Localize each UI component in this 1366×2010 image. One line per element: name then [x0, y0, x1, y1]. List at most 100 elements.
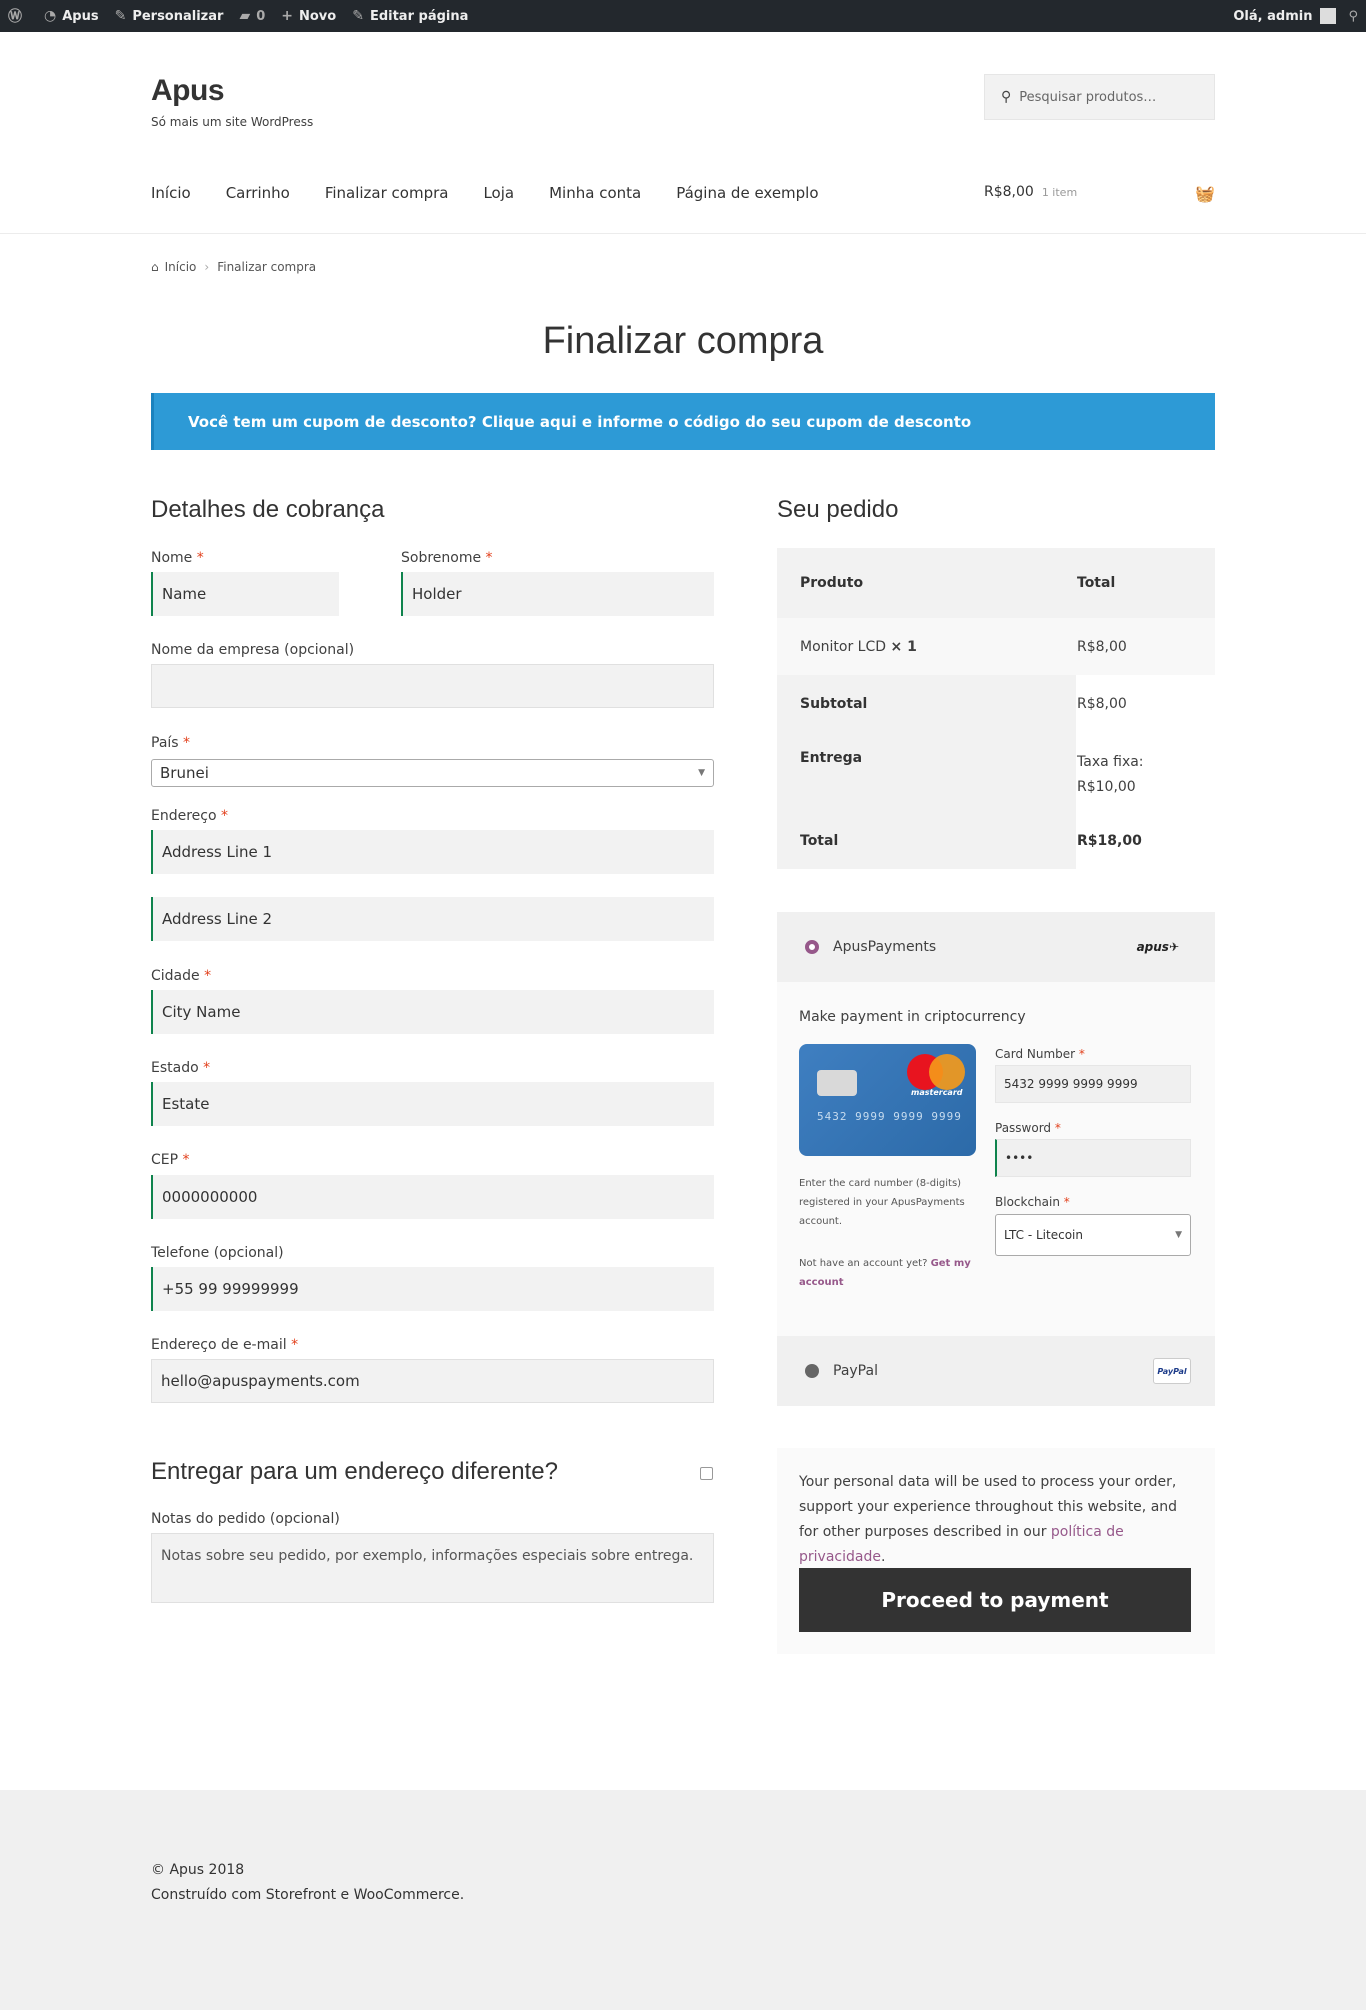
first-name-label: Nome * — [151, 550, 204, 566]
header-cart[interactable]: R$8,00 1 item 🧺 — [984, 184, 1215, 203]
site-title[interactable]: Apus — [151, 74, 225, 108]
admin-bar-new[interactable]: + Novo — [281, 8, 336, 24]
card-number-label-text: Card Number — [995, 1047, 1076, 1061]
ship-different-heading: Entregar para um endereço diferente? — [151, 1458, 558, 1485]
admin-greeting[interactable]: Olá, admin — [1233, 9, 1312, 24]
subtotal-value: R$8,00 — [1077, 695, 1127, 712]
email-label: Endereço de e-mail * — [151, 1337, 298, 1353]
card-help-text: Enter the card number (8-digits) registe… — [799, 1178, 965, 1227]
breadcrumb-separator: › — [204, 260, 210, 274]
privacy-section: Your personal data will be used to proce… — [777, 1448, 1215, 1654]
ship-different-checkbox[interactable] — [700, 1467, 713, 1480]
apus-logo-text: apus — [1136, 940, 1169, 954]
paypal-radio[interactable] — [805, 1364, 819, 1378]
search-placeholder: Pesquisar produtos… — [1019, 89, 1157, 105]
coupon-notice[interactable]: Você tem um cupom de desconto? Clique aq… — [151, 393, 1215, 450]
state-field[interactable]: Estate — [151, 1082, 714, 1126]
site-description: Só mais um site WordPress — [151, 115, 314, 129]
footer-credits[interactable]: Construído com Storefront e WooCommerce. — [151, 1887, 464, 1903]
card-number-label: Card Number * — [995, 1047, 1085, 1061]
chevron-down-icon: ▼ — [1175, 1230, 1182, 1240]
plus-icon: + — [281, 8, 293, 24]
dashboard-icon: ◔ — [44, 8, 57, 24]
first-name-field[interactable]: Name — [151, 572, 339, 616]
order-notes-label: Notas do pedido (opcional) — [151, 1511, 340, 1527]
card-number-field[interactable]: 5432 9999 9999 9999 — [995, 1065, 1191, 1103]
order-table-header: Produto Total — [777, 548, 1215, 618]
proceed-to-payment-button[interactable]: Proceed to payment — [799, 1568, 1191, 1632]
country-select[interactable]: Brunei ▼ — [151, 759, 714, 787]
company-field[interactable] — [151, 664, 714, 708]
nav-item-pagina-exemplo[interactable]: Página de exemplo — [676, 184, 818, 202]
admin-bar-customize[interactable]: ✎ Personalizar — [115, 8, 224, 24]
col-total: Total — [1077, 575, 1116, 591]
primary-nav: Início Carrinho Finalizar compra Loja Mi… — [151, 184, 854, 202]
payment-method-apus[interactable]: ApusPayments apus✈ — [777, 912, 1215, 982]
required-mark: * — [485, 550, 493, 566]
total-value: R$18,00 — [1077, 832, 1142, 849]
required-mark: * — [182, 1152, 190, 1168]
apus-label: ApusPayments — [833, 939, 937, 955]
card-chip — [817, 1070, 857, 1096]
search-icon[interactable]: ⚲ — [1348, 9, 1358, 24]
address-line2-field[interactable]: Address Line 2 — [151, 897, 714, 941]
password-field[interactable]: •••• — [995, 1139, 1191, 1177]
apus-radio[interactable] — [805, 940, 819, 954]
last-name-field[interactable]: Holder — [401, 572, 714, 616]
nav-item-minha-conta[interactable]: Minha conta — [549, 184, 641, 202]
address-line1-field[interactable]: Address Line 1 — [151, 830, 714, 874]
privacy-text-end: . — [880, 1549, 886, 1565]
cart-count: 1 item — [1041, 186, 1078, 199]
subtotal-label: Subtotal — [777, 675, 1076, 732]
postcode-field[interactable]: 0000000000 — [151, 1175, 714, 1219]
blockchain-select[interactable]: LTC - Litecoin ▼ — [995, 1214, 1191, 1256]
order-heading: Seu pedido — [777, 496, 899, 523]
payment-method-paypal[interactable]: PayPal PayPal — [777, 1336, 1215, 1406]
required-mark: * — [1054, 1121, 1061, 1135]
nav-item-carrinho[interactable]: Carrinho — [226, 184, 290, 202]
required-mark: * — [1063, 1195, 1070, 1209]
breadcrumb-home[interactable]: Início — [165, 260, 197, 274]
shipping-row: Entrega Taxa fixa: R$10,00 — [777, 732, 1215, 812]
shipping-value-line2: R$10,00 — [1077, 779, 1136, 795]
country-label-text: País — [151, 735, 179, 751]
admin-bar-site[interactable]: ◔ Apus — [44, 8, 99, 24]
pencil-icon: ✎ — [352, 8, 364, 24]
item-qty: × 1 — [890, 638, 917, 655]
card-number-display: 5432 9999 9999 9999 — [817, 1110, 962, 1123]
home-icon: ⌂ — [151, 260, 159, 274]
blockchain-label-text: Blockchain — [995, 1195, 1060, 1209]
apus-description: Make payment in criptocurrency — [799, 1009, 1026, 1025]
no-account-text: Not have an account yet? Get my account — [799, 1254, 979, 1292]
admin-bar-comments[interactable]: ▰ 0 — [239, 8, 265, 24]
page-title: Finalizar compra — [542, 320, 824, 362]
privacy-text: Your personal data will be used to proce… — [799, 1470, 1195, 1570]
city-label: Cidade * — [151, 968, 211, 984]
nav-item-finalizar-compra[interactable]: Finalizar compra — [325, 184, 449, 202]
postcode-label-text: CEP — [151, 1152, 179, 1168]
address-label-text: Endereço — [151, 808, 217, 824]
search-input[interactable]: ⚲ Pesquisar produtos… — [984, 74, 1215, 120]
wordpress-logo[interactable]: Ⓦ — [8, 6, 28, 26]
item-name-text: Monitor LCD — [800, 638, 887, 655]
nav-item-inicio[interactable]: Início — [151, 184, 191, 202]
col-product: Produto — [800, 575, 864, 591]
order-notes-textarea[interactable]: Notas sobre seu pedido, por exemplo, inf… — [151, 1533, 714, 1603]
city-label-text: Cidade — [151, 968, 200, 984]
phone-field[interactable]: +55 99 99999999 — [151, 1267, 714, 1311]
total-row: Total R$18,00 — [777, 812, 1215, 869]
avatar[interactable] — [1320, 8, 1337, 24]
city-field[interactable]: City Name — [151, 990, 714, 1034]
email-field[interactable]: hello@apuspayments.com — [151, 1359, 714, 1403]
shipping-label: Entrega — [777, 732, 1076, 812]
wordpress-icon: Ⓦ — [8, 9, 22, 25]
email-label-text: Endereço de e-mail — [151, 1337, 287, 1353]
state-label: Estado * — [151, 1060, 210, 1076]
blockchain-value: LTC - Litecoin — [1004, 1228, 1083, 1242]
postcode-label: CEP * — [151, 1152, 190, 1168]
nav-item-loja[interactable]: Loja — [483, 184, 514, 202]
admin-bar-edit[interactable]: ✎ Editar página — [352, 8, 468, 24]
admin-bar: Ⓦ ◔ Apus ✎ Personalizar ▰ 0 + Novo ✎ Editar p… — [0, 0, 1366, 32]
footer-copyright: © Apus 2018 — [151, 1862, 245, 1878]
card-brand: mastercard — [911, 1088, 963, 1097]
